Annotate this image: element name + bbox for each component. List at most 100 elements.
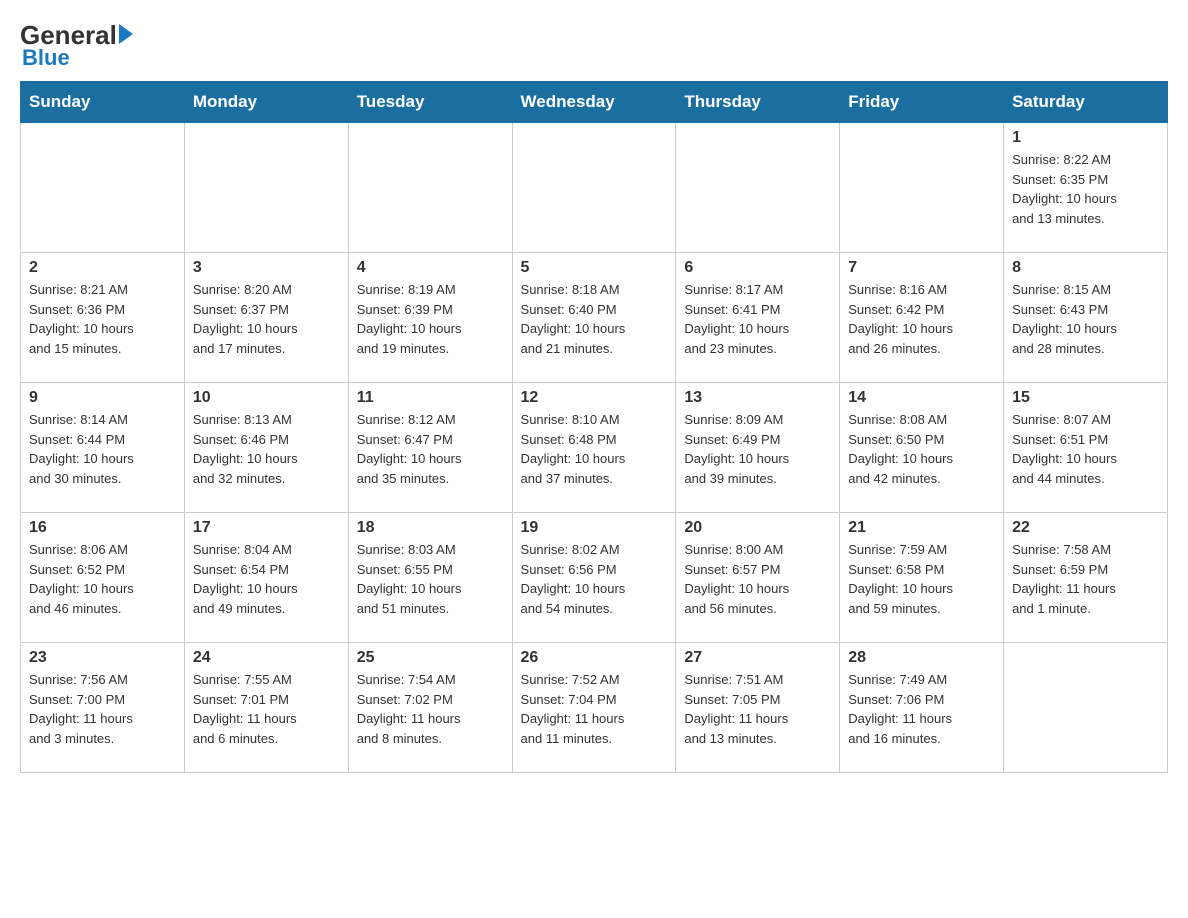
day-number: 19 (521, 519, 668, 537)
day-number: 4 (357, 259, 504, 277)
calendar-week-row: 2 Sunrise: 8:21 AM Sunset: 6:36 PM Daylig… (21, 253, 1168, 383)
day-info: Sunrise: 7:52 AM Sunset: 7:04 PM Dayligh… (521, 670, 668, 748)
calendar-cell: 25 Sunrise: 7:54 AM Sunset: 7:02 PM Dayli… (348, 643, 512, 773)
calendar-cell: 15 Sunrise: 8:07 AM Sunset: 6:51 PM Dayli… (1004, 383, 1168, 513)
day-number: 21 (848, 519, 995, 537)
day-number: 7 (848, 259, 995, 277)
day-info: Sunrise: 8:10 AM Sunset: 6:48 PM Dayligh… (521, 410, 668, 488)
calendar-week-row: 16 Sunrise: 8:06 AM Sunset: 6:52 PM Dayli… (21, 513, 1168, 643)
day-number: 11 (357, 389, 504, 407)
day-number: 5 (521, 259, 668, 277)
calendar-cell: 19 Sunrise: 8:02 AM Sunset: 6:56 PM Dayli… (512, 513, 676, 643)
calendar-cell: 3 Sunrise: 8:20 AM Sunset: 6:37 PM Daylig… (184, 253, 348, 383)
calendar-cell: 5Sunrise: 8:18 AM Sunset: 6:40 PM Daylig… (512, 253, 676, 383)
calendar-week-row: 23Sunrise: 7:56 AM Sunset: 7:00 PM Dayli… (21, 643, 1168, 773)
day-info: Sunrise: 7:56 AM Sunset: 7:00 PM Dayligh… (29, 670, 176, 748)
calendar-cell (512, 123, 676, 253)
day-info: Sunrise: 8:16 AM Sunset: 6:42 PM Dayligh… (848, 280, 995, 358)
calendar-week-row: 1 Sunrise: 8:22 AM Sunset: 6:35 PM Daylig… (21, 123, 1168, 253)
day-number: 1 (1012, 129, 1159, 147)
day-info: Sunrise: 8:04 AM Sunset: 6:54 PM Dayligh… (193, 540, 340, 618)
calendar-cell: 7 Sunrise: 8:16 AM Sunset: 6:42 PM Daylig… (840, 253, 1004, 383)
day-number: 12 (521, 389, 668, 407)
day-info: Sunrise: 8:07 AM Sunset: 6:51 PM Dayligh… (1012, 410, 1159, 488)
day-number: 27 (684, 649, 831, 667)
calendar-cell (1004, 643, 1168, 773)
calendar-cell (184, 123, 348, 253)
calendar-cell: 4 Sunrise: 8:19 AM Sunset: 6:39 PM Daylig… (348, 253, 512, 383)
day-number: 17 (193, 519, 340, 537)
day-of-week-header: Thursday (676, 82, 840, 123)
calendar-table: SundayMondayTuesdayWednesdayThursdayFrid… (20, 81, 1168, 773)
day-info: Sunrise: 8:13 AM Sunset: 6:46 PM Dayligh… (193, 410, 340, 488)
calendar-cell (840, 123, 1004, 253)
calendar-week-row: 9 Sunrise: 8:14 AM Sunset: 6:44 PM Daylig… (21, 383, 1168, 513)
day-info: Sunrise: 8:20 AM Sunset: 6:37 PM Dayligh… (193, 280, 340, 358)
day-number: 3 (193, 259, 340, 277)
day-info: Sunrise: 8:21 AM Sunset: 6:36 PM Dayligh… (29, 280, 176, 358)
calendar-cell: 13Sunrise: 8:09 AM Sunset: 6:49 PM Dayli… (676, 383, 840, 513)
logo: General Blue (20, 20, 133, 71)
calendar-cell (348, 123, 512, 253)
day-number: 22 (1012, 519, 1159, 537)
day-info: Sunrise: 7:59 AM Sunset: 6:58 PM Dayligh… (848, 540, 995, 618)
calendar-cell: 14 Sunrise: 8:08 AM Sunset: 6:50 PM Dayli… (840, 383, 1004, 513)
day-number: 28 (848, 649, 995, 667)
day-info: Sunrise: 8:12 AM Sunset: 6:47 PM Dayligh… (357, 410, 504, 488)
day-number: 26 (521, 649, 668, 667)
calendar-cell: 21 Sunrise: 7:59 AM Sunset: 6:58 PM Dayli… (840, 513, 1004, 643)
day-number: 13 (684, 389, 831, 407)
day-of-week-header: Saturday (1004, 82, 1168, 123)
day-of-week-header: Wednesday (512, 82, 676, 123)
calendar-cell: 27 Sunrise: 7:51 AM Sunset: 7:05 PM Dayli… (676, 643, 840, 773)
calendar-cell: 2 Sunrise: 8:21 AM Sunset: 6:36 PM Daylig… (21, 253, 185, 383)
calendar-cell: 10 Sunrise: 8:13 AM Sunset: 6:46 PM Dayli… (184, 383, 348, 513)
day-number: 16 (29, 519, 176, 537)
calendar-cell: 1 Sunrise: 8:22 AM Sunset: 6:35 PM Daylig… (1004, 123, 1168, 253)
day-number: 8 (1012, 259, 1159, 277)
day-number: 25 (357, 649, 504, 667)
day-of-week-header: Sunday (21, 82, 185, 123)
day-info: Sunrise: 8:15 AM Sunset: 6:43 PM Dayligh… (1012, 280, 1159, 358)
calendar-cell: 23Sunrise: 7:56 AM Sunset: 7:00 PM Dayli… (21, 643, 185, 773)
calendar-cell: 9 Sunrise: 8:14 AM Sunset: 6:44 PM Daylig… (21, 383, 185, 513)
day-number: 18 (357, 519, 504, 537)
day-number: 20 (684, 519, 831, 537)
day-info: Sunrise: 7:55 AM Sunset: 7:01 PM Dayligh… (193, 670, 340, 748)
day-of-week-header: Friday (840, 82, 1004, 123)
calendar-cell: 28 Sunrise: 7:49 AM Sunset: 7:06 PM Dayli… (840, 643, 1004, 773)
calendar-cell: 6Sunrise: 8:17 AM Sunset: 6:41 PM Daylig… (676, 253, 840, 383)
calendar-cell: 20Sunrise: 8:00 AM Sunset: 6:57 PM Dayli… (676, 513, 840, 643)
day-info: Sunrise: 8:08 AM Sunset: 6:50 PM Dayligh… (848, 410, 995, 488)
day-number: 10 (193, 389, 340, 407)
day-info: Sunrise: 8:17 AM Sunset: 6:41 PM Dayligh… (684, 280, 831, 358)
calendar-cell: 8 Sunrise: 8:15 AM Sunset: 6:43 PM Daylig… (1004, 253, 1168, 383)
day-of-week-header: Tuesday (348, 82, 512, 123)
calendar-cell: 24 Sunrise: 7:55 AM Sunset: 7:01 PM Dayli… (184, 643, 348, 773)
day-number: 24 (193, 649, 340, 667)
day-info: Sunrise: 8:19 AM Sunset: 6:39 PM Dayligh… (357, 280, 504, 358)
day-info: Sunrise: 8:14 AM Sunset: 6:44 PM Dayligh… (29, 410, 176, 488)
calendar-cell: 11 Sunrise: 8:12 AM Sunset: 6:47 PM Dayli… (348, 383, 512, 513)
calendar-cell: 17 Sunrise: 8:04 AM Sunset: 6:54 PM Dayli… (184, 513, 348, 643)
day-number: 15 (1012, 389, 1159, 407)
day-info: Sunrise: 8:03 AM Sunset: 6:55 PM Dayligh… (357, 540, 504, 618)
calendar-cell: 18 Sunrise: 8:03 AM Sunset: 6:55 PM Dayli… (348, 513, 512, 643)
day-number: 14 (848, 389, 995, 407)
day-info: Sunrise: 7:54 AM Sunset: 7:02 PM Dayligh… (357, 670, 504, 748)
calendar-header-row: SundayMondayTuesdayWednesdayThursdayFrid… (21, 82, 1168, 123)
day-info: Sunrise: 7:58 AM Sunset: 6:59 PM Dayligh… (1012, 540, 1159, 618)
page-header: General Blue (20, 20, 1168, 71)
day-number: 9 (29, 389, 176, 407)
calendar-cell: 26 Sunrise: 7:52 AM Sunset: 7:04 PM Dayli… (512, 643, 676, 773)
day-info: Sunrise: 7:51 AM Sunset: 7:05 PM Dayligh… (684, 670, 831, 748)
day-info: Sunrise: 8:06 AM Sunset: 6:52 PM Dayligh… (29, 540, 176, 618)
calendar-cell: 12 Sunrise: 8:10 AM Sunset: 6:48 PM Dayli… (512, 383, 676, 513)
logo-arrow-icon (119, 24, 133, 44)
logo-blue-text: Blue (22, 45, 70, 71)
calendar-cell: 16 Sunrise: 8:06 AM Sunset: 6:52 PM Dayli… (21, 513, 185, 643)
day-info: Sunrise: 8:02 AM Sunset: 6:56 PM Dayligh… (521, 540, 668, 618)
day-number: 2 (29, 259, 176, 277)
day-info: Sunrise: 7:49 AM Sunset: 7:06 PM Dayligh… (848, 670, 995, 748)
day-info: Sunrise: 8:22 AM Sunset: 6:35 PM Dayligh… (1012, 150, 1159, 228)
